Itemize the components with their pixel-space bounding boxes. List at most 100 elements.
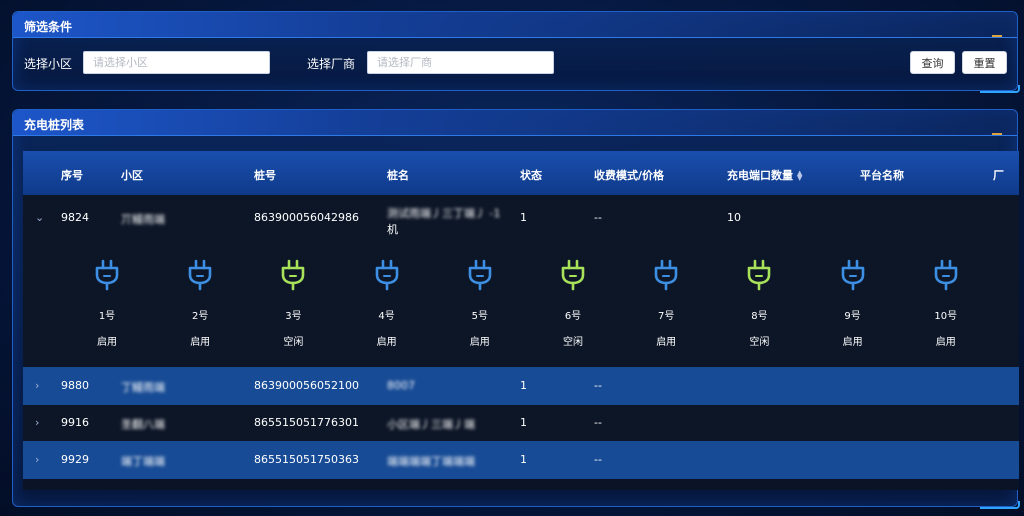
port-number: 2号 <box>192 311 209 322</box>
plug-icon <box>468 259 492 291</box>
plug-icon <box>561 259 585 291</box>
charging-port: 5号启用 <box>460 259 500 348</box>
expand-chevron-icon[interactable]: › <box>35 379 39 392</box>
cell-fee: -- <box>594 379 602 392</box>
cell-community: 圣翻八端 <box>121 418 165 431</box>
cell-community: 丌鳗雨端 <box>121 213 165 226</box>
cell-fee: -- <box>594 416 602 429</box>
filter-panel-title: 筛选条件 <box>24 20 73 34</box>
pile-list-header: 充电桩列表 <box>13 110 1017 136</box>
sort-icon[interactable]: ▲ ▼ <box>797 170 802 182</box>
cell-pile-name: 小区端丿三端丿端 <box>387 418 475 431</box>
corner-decoration <box>980 85 1020 93</box>
port-number: 5号 <box>471 311 488 322</box>
port-number: 9号 <box>844 311 861 322</box>
filter-panel-header: 筛选条件 <box>13 12 1017 38</box>
cell-pile-no: 863900056052100 <box>254 379 359 392</box>
port-status: 启用 <box>190 337 211 348</box>
vendor-label: 选择厂商 <box>307 57 356 71</box>
cell-port-count: 10 <box>727 211 741 224</box>
collapse-chevron-icon[interactable]: ⌄ <box>35 211 44 224</box>
cell-pile-name: 8007 <box>387 379 415 392</box>
port-number: 8号 <box>751 311 768 322</box>
reset-button[interactable]: 重置 <box>962 51 1007 74</box>
filter-row: 选择小区 选择厂商 查询 重置 <box>24 51 1007 75</box>
plug-icon <box>375 259 398 291</box>
cell-status: 1 <box>520 379 527 392</box>
pile-list-panel: 充电桩列表 序号 小区 桩号 桩名 状态 收费模式/价格 充电端口数量 ▲ ▼ 平台… <box>12 109 1020 509</box>
community-label: 选择小区 <box>24 57 73 71</box>
cell-pile-no: 865515051776301 <box>254 416 359 429</box>
col-port-count[interactable]: 充电端口数量 ▲ ▼ <box>727 167 802 183</box>
port-number: 10号 <box>934 311 958 322</box>
cell-pile-no: 865515051750363 <box>254 453 359 466</box>
charging-port: 3号空闲 <box>273 259 313 348</box>
query-button[interactable]: 查询 <box>910 51 955 74</box>
table-row[interactable]: › 9916 圣翻八端 865515051776301 小区端丿三端丿端 1 -… <box>23 405 1019 441</box>
vendor-select[interactable] <box>367 51 554 74</box>
col-community: 小区 <box>121 169 143 182</box>
expand-chevron-icon[interactable]: › <box>35 416 39 429</box>
cell-fee: -- <box>594 453 602 466</box>
col-pile-name: 桩名 <box>387 169 409 182</box>
cell-id: 9880 <box>61 379 89 392</box>
cell-pile-name: 端端端端丁端端端 <box>387 455 475 468</box>
community-select[interactable] <box>83 51 270 74</box>
col-platform: 平台名称 <box>860 169 904 182</box>
port-number: 4号 <box>378 311 395 322</box>
charging-port: 6号空闲 <box>553 259 593 348</box>
col-pile-no: 桩号 <box>254 169 276 182</box>
plug-icon <box>654 259 678 291</box>
cell-status: 1 <box>520 211 527 224</box>
cell-pile-no: 863900056042986 <box>254 211 359 224</box>
port-status: 启用 <box>656 337 677 348</box>
plug-icon <box>282 259 305 291</box>
port-status: 空闲 <box>749 337 770 348</box>
corner-decoration <box>992 133 1002 135</box>
cell-pile-name: 测试雨端丿三丁端丿 -1 <box>387 207 501 220</box>
charging-port: 9号启用 <box>833 259 873 348</box>
col-id: 序号 <box>61 169 83 182</box>
port-number: 1号 <box>98 311 116 322</box>
port-number: 6号 <box>564 311 582 322</box>
cell-id: 9916 <box>61 416 89 429</box>
table-row[interactable]: ⌄ 9824 丌鳗雨端 863900056042986 测试雨端丿三丁端丿 -1… <box>23 195 1019 367</box>
pile-list-title: 充电桩列表 <box>24 118 85 132</box>
port-status: 启用 <box>469 337 490 348</box>
port-status: 启用 <box>842 337 863 348</box>
plug-icon <box>934 259 958 291</box>
cell-id: 9929 <box>61 453 89 466</box>
port-number: 3号 <box>285 311 302 322</box>
table-row[interactable]: › 9880 丁鳗雨端 863900056052100 8007 1 -- <box>23 367 1019 405</box>
cell-status: 1 <box>520 416 527 429</box>
filter-panel: 筛选条件 选择小区 选择厂商 查询 重置 <box>12 11 1020 93</box>
col-fee: 收费模式/价格 <box>594 169 665 182</box>
charging-port: 10号启用 <box>926 259 966 348</box>
corner-decoration <box>992 35 1002 37</box>
plug-icon <box>841 259 864 291</box>
table-row[interactable]: › 9929 端丁端端 865515051750363 端端端端丁端端端 1 -… <box>23 441 1019 479</box>
expand-chevron-icon[interactable]: › <box>35 453 39 466</box>
port-status: 空闲 <box>283 337 304 348</box>
plug-icon <box>95 259 119 291</box>
corner-decoration <box>980 501 1020 509</box>
table-header: 序号 小区 桩号 桩名 状态 收费模式/价格 充电端口数量 ▲ ▼ 平台名称 厂 <box>23 151 1019 195</box>
port-status: 启用 <box>935 337 956 348</box>
charging-port: 2号启用 <box>180 259 220 348</box>
charging-port: 8号空闲 <box>739 259 779 348</box>
port-status: 启用 <box>376 337 397 348</box>
cell-pile-name-cont: 机 <box>387 223 398 236</box>
plug-icon <box>188 259 212 291</box>
cell-id: 9824 <box>61 211 89 224</box>
charging-port: 7号启用 <box>646 259 686 348</box>
cell-community: 端丁端端 <box>121 455 165 468</box>
port-number: 7号 <box>658 311 675 322</box>
port-status: 启用 <box>97 337 117 348</box>
charging-port: 4号启用 <box>367 259 407 348</box>
col-vendor: 厂 <box>993 169 1004 182</box>
port-status: 空闲 <box>563 337 583 348</box>
plug-icon <box>748 259 771 291</box>
cell-status: 1 <box>520 453 527 466</box>
charging-port: 1号启用 <box>87 259 127 348</box>
col-status: 状态 <box>520 169 542 182</box>
